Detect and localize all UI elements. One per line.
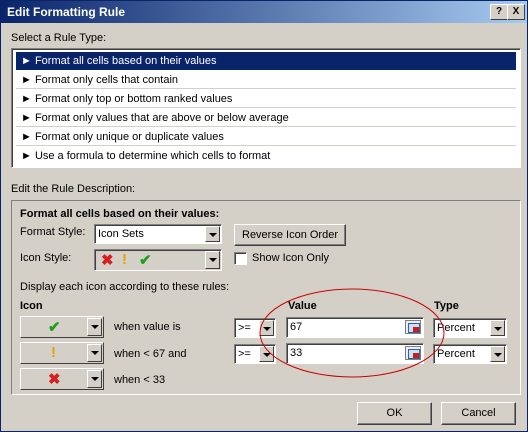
dialog-title: Edit Formatting Rule <box>7 5 125 19</box>
icon-style-select[interactable]: ✖ ! ✔ <box>94 249 222 271</box>
format-style-label: Format Style: <box>20 226 86 238</box>
show-icon-only-checkbox[interactable] <box>234 252 247 265</box>
red-cross-icon: ✖ <box>101 252 114 269</box>
green-check-icon: ✔ <box>48 319 61 336</box>
edit-formatting-rule-dialog: Edit Formatting Rule ? X Select a Rule T… <box>0 0 528 432</box>
operator-value: >= <box>238 348 251 360</box>
rule-type-item[interactable]: ► Format only unique or duplicate values <box>16 128 516 146</box>
chevron-down-icon[interactable] <box>205 226 220 242</box>
rule-condition: when value is <box>114 321 181 333</box>
title-bar: Edit Formatting Rule ? X <box>1 1 527 23</box>
chevron-down-icon[interactable] <box>205 251 220 269</box>
rule-description-panel: Format all cells based on their values: … <box>11 200 521 395</box>
green-check-icon: ✔ <box>139 252 152 269</box>
format-style-select[interactable]: Icon Sets <box>94 224 222 244</box>
show-icon-only-label[interactable]: Show Icon Only <box>252 252 329 264</box>
operator-value: >= <box>238 322 251 334</box>
annotation-circle <box>259 288 445 378</box>
chevron-down-icon[interactable] <box>87 344 102 362</box>
yellow-exclamation-icon: ! <box>51 344 56 361</box>
rule-type-item[interactable]: ► Format only values that are above or b… <box>16 109 516 127</box>
help-button[interactable]: ? <box>490 4 508 20</box>
icon-picker[interactable]: ! <box>20 342 104 364</box>
rule-condition: when < 33 <box>114 374 166 386</box>
display-rules-label: Display each icon according to these rul… <box>20 281 230 293</box>
chevron-down-icon[interactable] <box>490 346 505 362</box>
reverse-icon-order-button[interactable]: Reverse Icon Order <box>234 224 346 246</box>
ok-button[interactable]: OK <box>357 402 432 425</box>
rule-type-list[interactable]: ► Format all cells based on their values… <box>11 48 521 168</box>
rule-type-item[interactable]: ► Use a formula to determine which cells… <box>16 147 516 165</box>
icon-column-header: Icon <box>20 300 43 312</box>
description-title: Format all cells based on their values: <box>20 208 220 220</box>
format-style-value: Icon Sets <box>98 228 144 240</box>
chevron-down-icon[interactable] <box>490 320 505 336</box>
rule-type-item[interactable]: ► Format only cells that contain <box>16 71 516 89</box>
red-cross-icon: ✖ <box>48 371 61 388</box>
chevron-down-icon[interactable] <box>87 370 102 388</box>
rule-type-item[interactable]: ► Format all cells based on their values <box>16 52 516 70</box>
icon-picker[interactable]: ✔ <box>20 316 104 338</box>
icon-style-label: Icon Style: <box>20 252 72 264</box>
rule-condition: when < 67 and <box>114 348 187 360</box>
annotation-ellipse <box>259 288 445 378</box>
chevron-down-icon[interactable] <box>87 318 102 336</box>
edit-rule-description-label: Edit the Rule Description: <box>11 183 136 195</box>
close-button[interactable]: X <box>507 4 525 20</box>
yellow-exclamation-icon: ! <box>122 251 127 268</box>
rule-type-item[interactable]: ► Format only top or bottom ranked value… <box>16 90 516 108</box>
icon-picker[interactable]: ✖ <box>20 368 104 390</box>
cancel-button[interactable]: Cancel <box>441 402 516 425</box>
select-rule-type-label: Select a Rule Type: <box>11 32 107 44</box>
